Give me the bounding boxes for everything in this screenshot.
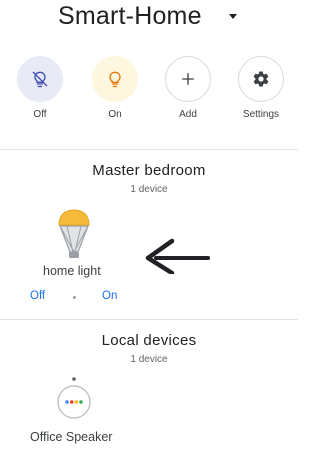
smart-speaker-icon xyxy=(57,377,91,419)
settings-label: Settings xyxy=(242,109,280,120)
divider xyxy=(0,319,298,320)
all-on-label: On xyxy=(108,109,122,120)
light-bulb-icon xyxy=(58,209,90,258)
device-card-office-speaker[interactable]: Office Speaker xyxy=(28,374,128,448)
device-name: Office Speaker xyxy=(30,430,113,444)
light-off-icon[interactable] xyxy=(17,56,63,102)
room-device-count: 1 device xyxy=(130,354,168,365)
page-title: Smart-Home xyxy=(58,2,202,30)
settings-button[interactable]: Settings xyxy=(231,56,291,120)
add-button[interactable]: Add xyxy=(158,56,218,120)
divider xyxy=(0,149,298,150)
separator-dot xyxy=(73,296,76,299)
room-title-local-devices: Local devices xyxy=(101,332,197,349)
room-device-count: 1 device xyxy=(130,184,168,195)
device-card-home-light[interactable]: home light xyxy=(40,204,120,282)
arrow-icon xyxy=(145,238,210,274)
gear-icon[interactable] xyxy=(238,56,284,102)
light-on-button[interactable]: On xyxy=(102,290,117,302)
add-label: Add xyxy=(179,109,197,120)
plus-icon[interactable] xyxy=(165,56,211,102)
device-name: home light xyxy=(43,264,101,278)
app-header: Smart-Home xyxy=(0,0,298,36)
all-on-button[interactable]: On xyxy=(85,56,145,120)
quick-actions: Off On Add Settings xyxy=(0,56,298,126)
all-off-label: Off xyxy=(33,109,47,120)
light-on-icon[interactable] xyxy=(92,56,138,102)
chevron-down-icon[interactable] xyxy=(229,14,237,19)
all-off-button[interactable]: Off xyxy=(10,56,70,120)
light-off-button[interactable]: Off xyxy=(30,290,45,302)
room-title-master-bedroom: Master bedroom xyxy=(92,162,206,179)
